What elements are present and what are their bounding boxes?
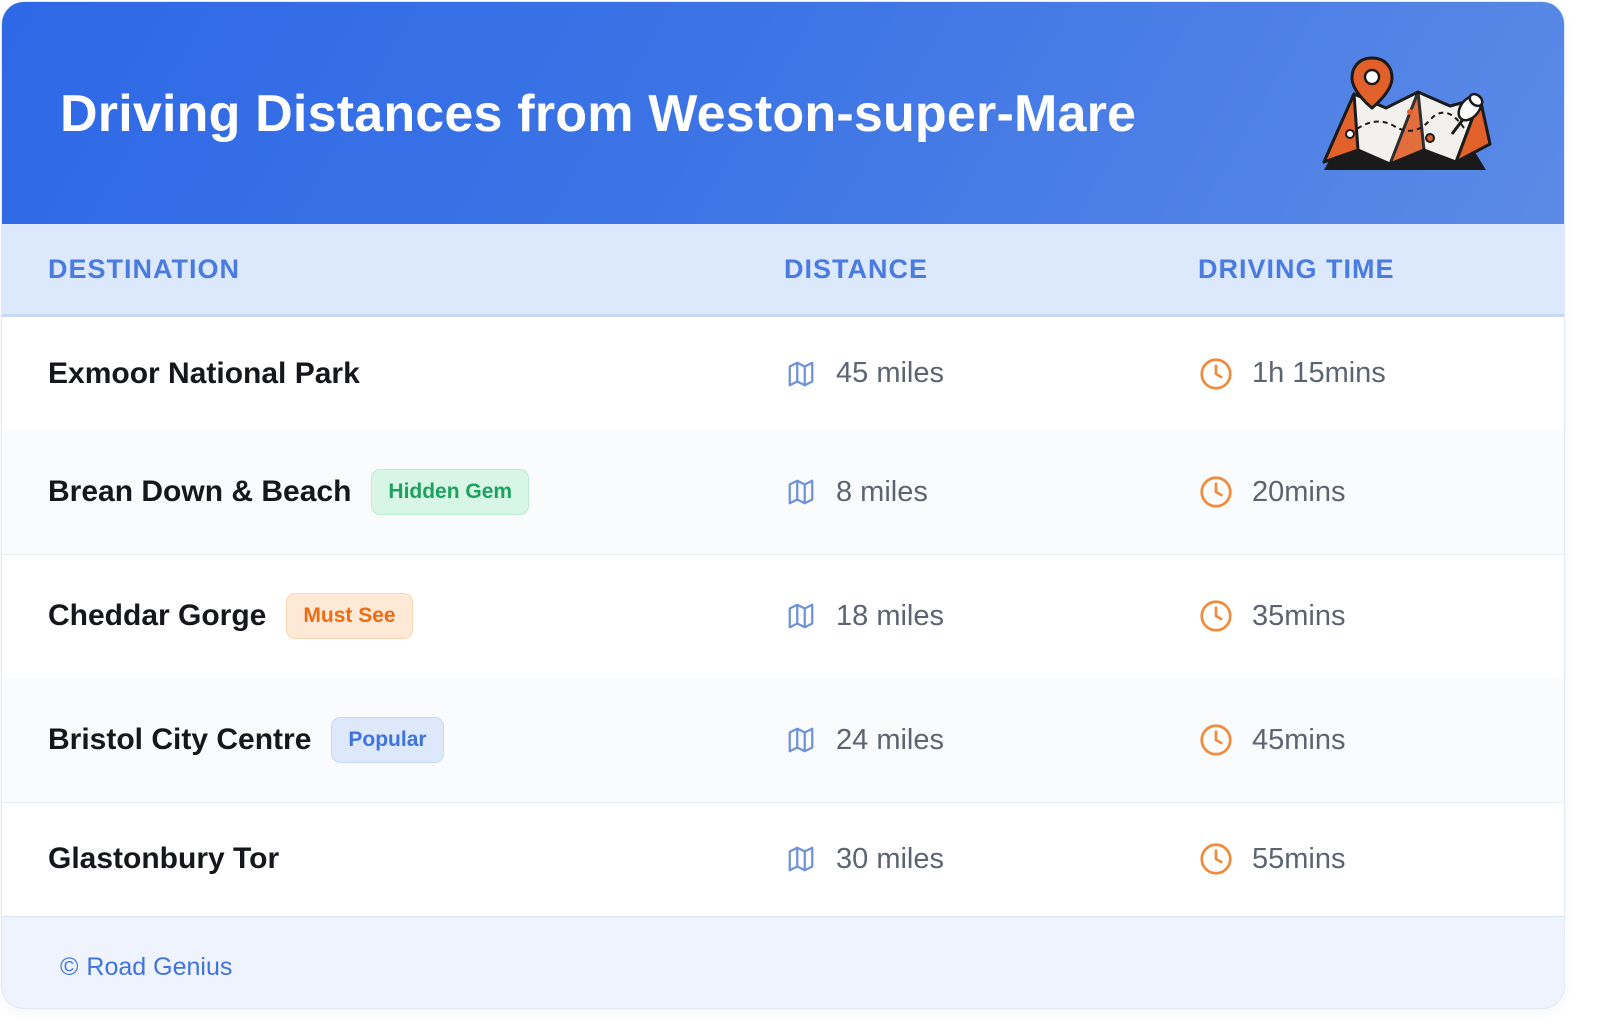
map-with-pin-icon [1322,56,1492,170]
footer-credit: © Road Genius [60,953,232,982]
destination-name: Cheddar Gorge [48,599,267,632]
column-header-destination: DESTINATION [48,254,240,284]
distance-value: 8 miles [836,475,928,508]
driving-time-value: 1h 15mins [1252,357,1386,389]
hidden-gem-badge: Hidden Gem [371,469,530,515]
destination-name: Glastonbury Tor [48,842,280,875]
time-cell: 20mins [1198,430,1346,554]
footer: © Road Genius [2,916,1564,1008]
table-header: DESTINATION DISTANCE DRIVING TIME [2,224,1564,317]
table-row: Cheddar Gorge Must See 18 miles 35mins [2,554,1564,679]
distance-cell: 24 miles [784,678,944,802]
table-row: Glastonbury Tor 30 miles 55mins [2,802,1564,916]
distance-value: 18 miles [836,599,944,632]
time-cell: 35mins [1198,554,1346,678]
popular-badge: Popular [331,717,444,763]
table-row: Exmoor National Park 45 miles 1h 15mins [2,317,1564,431]
must-see-badge: Must See [286,593,413,639]
map-icon [788,361,814,386]
map-icon [788,727,814,753]
distance-value: 24 miles [836,723,944,756]
map-icon [788,846,814,872]
destination-cell: Bristol City Centre Popular [48,678,444,802]
distances-card: Driving Distances from Weston-super-Mare… [2,2,1564,1008]
driving-time-value: 55mins [1252,842,1346,875]
page-title: Driving Distances from Weston-super-Mare [60,85,1137,143]
distance-cell: 8 miles [784,430,928,554]
driving-time-value: 20mins [1252,475,1346,508]
destination-cell: Brean Down & Beach Hidden Gem [48,430,530,554]
clock-icon [1200,476,1232,508]
map-icon [788,603,814,629]
column-header-driving-time: DRIVING TIME [1198,254,1395,284]
table-row: Brean Down & Beach Hidden Gem 8 miles 20… [2,430,1564,555]
distance-cell: 18 miles [784,554,944,678]
destination-name: Brean Down & Beach [48,475,352,508]
time-cell: 55mins [1198,802,1346,916]
clock-icon [1200,724,1232,756]
time-cell: 1h 15mins [1198,317,1386,430]
destination-name: Bristol City Centre [48,723,312,756]
clock-icon [1200,843,1232,875]
clock-icon [1200,600,1232,632]
column-header-distance: DISTANCE [784,254,929,284]
destination-name: Exmoor National Park [48,356,360,390]
destination-cell: Exmoor National Park [48,317,360,430]
distance-cell: 45 miles [784,317,944,430]
copyright-icon: © [60,953,79,981]
table-row: Bristol City Centre Popular 24 miles 45m… [2,678,1564,803]
time-cell: 45mins [1198,678,1346,802]
distance-value: 45 miles [836,357,944,389]
destination-cell: Cheddar Gorge Must See [48,554,413,678]
distance-cell: 30 miles [784,802,944,916]
driving-time-value: 45mins [1252,723,1346,756]
brand-name[interactable]: Road Genius [86,953,232,982]
header-banner: Driving Distances from Weston-super-Mare [2,2,1564,224]
map-icon [788,479,814,505]
destination-cell: Glastonbury Tor [48,802,279,916]
distance-value: 30 miles [836,842,944,875]
clock-icon [1200,357,1232,390]
driving-time-value: 35mins [1252,599,1346,632]
